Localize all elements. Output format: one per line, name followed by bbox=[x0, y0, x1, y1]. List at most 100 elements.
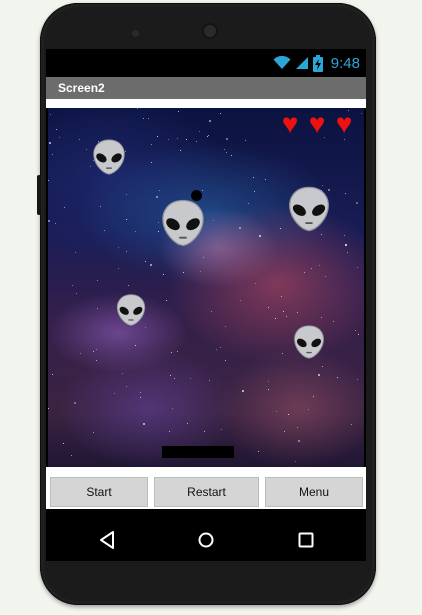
star bbox=[345, 244, 347, 246]
star bbox=[226, 138, 228, 140]
star bbox=[172, 408, 173, 409]
star bbox=[208, 135, 209, 136]
game-paddle[interactable] bbox=[162, 446, 234, 458]
star bbox=[313, 396, 314, 397]
device-screen: 9:48 Screen2 ♥ ♥ ♥ Start Restart Menu bbox=[46, 49, 366, 519]
star bbox=[225, 326, 226, 327]
game-canvas[interactable]: ♥ ♥ ♥ bbox=[48, 108, 364, 467]
alien-icon bbox=[162, 199, 204, 247]
star bbox=[231, 155, 232, 156]
star bbox=[96, 349, 97, 350]
star bbox=[72, 285, 73, 286]
star bbox=[319, 265, 320, 266]
star bbox=[49, 142, 51, 144]
star bbox=[202, 190, 203, 191]
back-icon[interactable] bbox=[98, 530, 116, 550]
star bbox=[177, 138, 178, 139]
star bbox=[295, 461, 296, 462]
star bbox=[56, 129, 57, 130]
recents-icon[interactable] bbox=[297, 530, 315, 550]
star bbox=[151, 162, 152, 163]
star bbox=[118, 247, 119, 248]
star bbox=[86, 149, 87, 150]
star bbox=[209, 380, 210, 381]
start-button[interactable]: Start bbox=[50, 477, 148, 507]
star bbox=[321, 317, 322, 318]
alien-icon bbox=[294, 325, 324, 359]
star bbox=[288, 414, 289, 415]
star bbox=[345, 193, 346, 194]
home-icon[interactable] bbox=[197, 530, 215, 550]
star bbox=[145, 261, 146, 262]
star bbox=[204, 431, 205, 432]
alien-icon bbox=[289, 186, 329, 232]
star bbox=[357, 267, 358, 268]
star bbox=[166, 300, 167, 301]
star bbox=[157, 136, 158, 137]
screen-title: Screen2 bbox=[58, 81, 105, 95]
menu-button[interactable]: Menu bbox=[265, 477, 363, 507]
star bbox=[151, 144, 152, 145]
star bbox=[190, 378, 191, 379]
restart-button[interactable]: Restart bbox=[154, 477, 259, 507]
star bbox=[239, 227, 241, 229]
side-button bbox=[37, 175, 41, 215]
star bbox=[200, 271, 201, 272]
star bbox=[79, 139, 80, 140]
star bbox=[63, 443, 64, 444]
heart-icon: ♥ bbox=[335, 108, 353, 139]
alien-icon bbox=[116, 294, 146, 326]
star bbox=[253, 177, 254, 178]
star bbox=[48, 180, 49, 181]
star bbox=[347, 252, 348, 253]
star bbox=[325, 276, 326, 277]
star bbox=[356, 202, 358, 204]
star bbox=[104, 230, 105, 231]
star bbox=[48, 220, 50, 222]
star bbox=[145, 327, 146, 328]
star bbox=[143, 118, 144, 119]
battery-icon bbox=[312, 54, 323, 72]
star bbox=[283, 311, 284, 312]
star bbox=[76, 293, 77, 294]
star bbox=[177, 351, 178, 352]
star bbox=[275, 318, 276, 319]
star bbox=[80, 353, 81, 354]
game-ball bbox=[191, 190, 202, 201]
heart-icon: ♥ bbox=[281, 108, 299, 139]
star bbox=[344, 235, 345, 236]
star bbox=[126, 251, 127, 252]
star bbox=[333, 321, 334, 322]
star bbox=[207, 136, 208, 137]
alien-icon bbox=[93, 139, 125, 175]
star bbox=[258, 451, 259, 452]
star bbox=[71, 455, 72, 456]
star bbox=[248, 203, 249, 204]
star bbox=[357, 379, 358, 380]
star bbox=[268, 389, 269, 390]
star bbox=[255, 283, 256, 284]
wifi-icon bbox=[273, 56, 291, 69]
star bbox=[311, 268, 312, 269]
star bbox=[211, 311, 212, 312]
star bbox=[284, 431, 285, 432]
star bbox=[52, 154, 53, 155]
star bbox=[159, 190, 160, 191]
star bbox=[126, 219, 127, 220]
star bbox=[308, 409, 309, 410]
star bbox=[135, 231, 136, 232]
star bbox=[240, 300, 241, 301]
star bbox=[118, 268, 119, 269]
star bbox=[55, 223, 56, 224]
star bbox=[318, 374, 320, 376]
star bbox=[96, 360, 97, 361]
star bbox=[297, 312, 298, 313]
star bbox=[282, 353, 283, 354]
status-bar: 9:48 bbox=[46, 49, 366, 77]
star bbox=[280, 228, 281, 229]
star bbox=[93, 432, 94, 433]
star bbox=[322, 366, 323, 367]
star bbox=[126, 194, 127, 195]
star bbox=[114, 393, 115, 394]
star bbox=[358, 334, 359, 335]
